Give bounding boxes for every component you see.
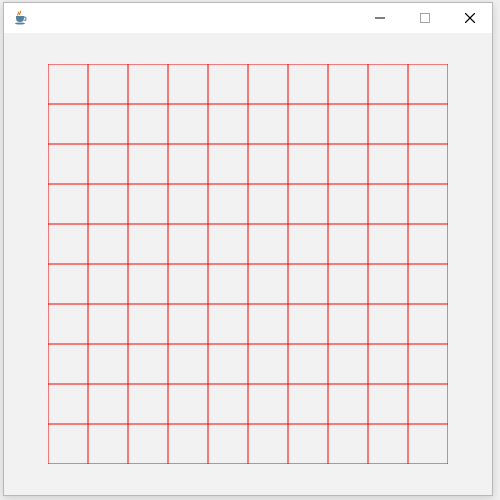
window-controls <box>357 3 492 33</box>
maximize-button[interactable] <box>402 3 447 33</box>
close-button[interactable] <box>447 3 492 33</box>
minimize-button[interactable] <box>357 3 402 33</box>
app-window <box>3 2 493 496</box>
java-cup-icon <box>12 10 28 26</box>
client-area <box>4 33 492 495</box>
titlebar[interactable] <box>4 3 492 33</box>
grid-svg <box>48 64 448 464</box>
grid-canvas <box>48 64 448 464</box>
